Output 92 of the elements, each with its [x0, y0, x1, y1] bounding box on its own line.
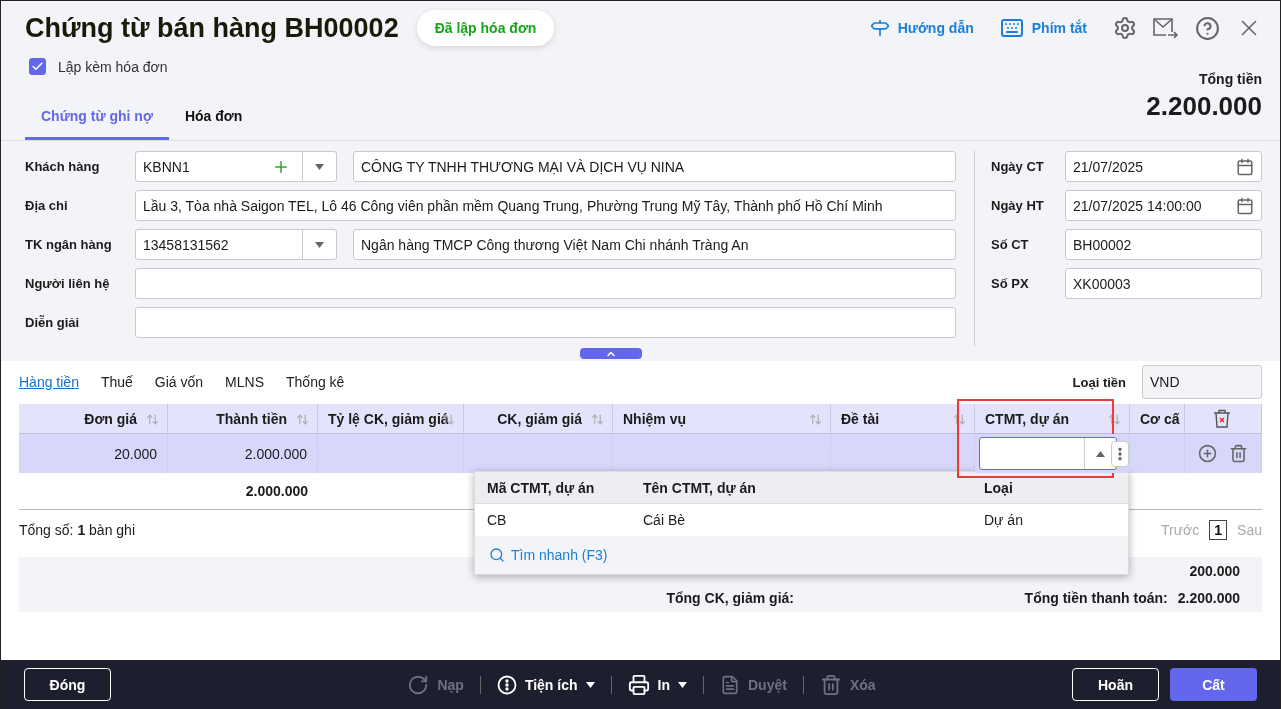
- field-label: Số CT: [991, 237, 1030, 252]
- date-field[interactable]: 21/07/2025: [1065, 151, 1262, 182]
- detail-tab[interactable]: MLNS: [225, 374, 264, 390]
- total-label: Tổng tiền: [1199, 71, 1262, 87]
- column-header[interactable]: Thành tiền: [168, 404, 318, 434]
- keyboard-icon: [999, 16, 1024, 40]
- document-icon: [720, 674, 740, 695]
- input-field[interactable]: XK00003: [1065, 268, 1262, 299]
- field-label: Số PX: [991, 276, 1030, 291]
- collapse-handle[interactable]: [580, 348, 642, 359]
- mail-send-icon[interactable]: [1153, 17, 1179, 39]
- table-cell: 2.000.000: [168, 434, 318, 473]
- column-header[interactable]: Cơ cấ: [1130, 404, 1185, 434]
- field-label: Ngày HT: [991, 198, 1045, 213]
- discount-label: Tổng CK, giảm giá:: [666, 590, 794, 607]
- input-field[interactable]: CÔNG TY TNHH THƯƠNG MẠI VÀ DỊCH VỤ NINA: [353, 151, 956, 182]
- page-number[interactable]: 1: [1209, 519, 1228, 540]
- tab[interactable]: Chứng từ ghi nợ: [25, 97, 169, 140]
- field-label: Diễn giải: [25, 315, 81, 330]
- column-header[interactable]: CTMT, dự án: [975, 404, 1130, 434]
- payment-value: 2.200.000: [1177, 590, 1240, 607]
- code-select[interactable]: 13458131562: [135, 229, 337, 260]
- dropdown-caret-icon: [585, 681, 595, 688]
- header-link[interactable]: Phím tắt: [999, 16, 1087, 40]
- status-badge: Đã lập hóa đơn: [416, 10, 555, 46]
- caret-icon: [315, 241, 324, 248]
- quick-search-link[interactable]: Tìm nhanh (F3): [475, 536, 1128, 574]
- delete-all-icon[interactable]: [1213, 409, 1231, 428]
- total-amount: 2.000.000: [168, 473, 318, 510]
- reload-icon: [407, 673, 430, 696]
- column-header[interactable]: CK, giảm giá: [464, 404, 613, 434]
- column-header[interactable]: Tỷ lệ CK, giảm giá: [318, 404, 464, 434]
- dropdown-column-header: Tên CTMT, dự án: [631, 472, 972, 504]
- link-label: Hướng dẫn: [897, 20, 974, 36]
- code-select[interactable]: KBNN1: [135, 151, 337, 182]
- input-field[interactable]: [135, 268, 956, 299]
- currency-label: Loại tiền: [1072, 374, 1126, 390]
- dropdown-cell[interactable]: Dự án: [972, 504, 1128, 536]
- field-label: Ngày CT: [991, 159, 1045, 174]
- input-field[interactable]: Lầu 3, Tòa nhà Saigon TEL, Lô 46 Công viên phần mềm Quang Trung, Phường Trung Mỹ Tây, Thành phố Hồ Chí Minh: [135, 190, 956, 221]
- calendar-icon[interactable]: [1236, 196, 1254, 215]
- close-button[interactable]: Đóng: [24, 668, 111, 701]
- save-button[interactable]: Cất: [1170, 668, 1257, 701]
- link-label: Phím tắt: [1031, 20, 1087, 36]
- project-select[interactable]: [979, 437, 1117, 470]
- tab[interactable]: Hóa đơn: [168, 97, 259, 140]
- printer-icon: [627, 673, 650, 696]
- detail-tab[interactable]: Thống kê: [286, 374, 345, 390]
- trash-icon: [819, 673, 842, 696]
- input-field[interactable]: Ngân hàng TMCP Công thương Việt Nam Chi nhánh Tràng An: [353, 229, 956, 260]
- column-header[interactable]: Nhiệm vụ: [613, 404, 831, 434]
- caret-icon: [1096, 450, 1105, 457]
- add-row-button[interactable]: [1198, 444, 1217, 463]
- tax-amount: 200.000: [1189, 562, 1240, 579]
- search-icon: [489, 547, 505, 563]
- dropdown-caret-icon: [678, 681, 687, 688]
- cancel-button[interactable]: Hoãn: [1072, 668, 1159, 701]
- field-label: Người liên hệ: [25, 276, 111, 291]
- total-value: 2.200.000: [1146, 91, 1262, 122]
- payment-label: Tổng tiền thanh toán:: [1024, 590, 1168, 607]
- column-header[interactable]: Đơn giá: [19, 404, 168, 434]
- checkbox-label: Lập kèm hóa đơn: [58, 58, 168, 75]
- date-field[interactable]: 21/07/2025 14:00:00: [1065, 190, 1262, 221]
- page-title: Chứng từ bán hàng BH00002: [25, 12, 399, 44]
- check-icon: [31, 60, 44, 73]
- help-button[interactable]: [1195, 15, 1220, 41]
- field-label: TK ngân hàng: [25, 237, 113, 252]
- dropdown-cell[interactable]: Cái Bè: [631, 504, 972, 536]
- table-cell: 20.000: [19, 434, 168, 473]
- toolbar-button[interactable]: In: [611, 673, 703, 696]
- more-button[interactable]: [1111, 440, 1129, 467]
- caret-icon: [315, 163, 324, 170]
- detail-tab[interactable]: Thuế: [100, 374, 133, 390]
- settings-button[interactable]: [1113, 16, 1137, 40]
- delete-row-button[interactable]: [1229, 444, 1248, 463]
- field-label: Khách hàng: [25, 159, 101, 174]
- field-label: Địa chỉ: [25, 198, 69, 213]
- calendar-icon[interactable]: [1236, 157, 1254, 176]
- checkbox[interactable]: [29, 58, 46, 75]
- more-circle-icon: [496, 674, 517, 695]
- dropdown-column-header: Mã CTMT, dự án: [475, 472, 631, 504]
- input-field[interactable]: [135, 307, 956, 338]
- header-link[interactable]: Hướng dẫn: [869, 18, 974, 38]
- column-header[interactable]: Đề tài: [831, 404, 975, 434]
- record-count: Tổng số: 1 bàn ghi: [19, 521, 135, 538]
- toolbar-button[interactable]: Tiện ích: [480, 674, 611, 695]
- detail-tab[interactable]: Hàng tiền: [19, 374, 79, 390]
- detail-tab[interactable]: Giá vốn: [154, 374, 204, 390]
- input-field[interactable]: BH00002: [1065, 229, 1262, 260]
- currency-field[interactable]: VND: [1142, 365, 1262, 399]
- signpost-icon: [869, 18, 890, 38]
- dropdown-cell[interactable]: CB: [475, 504, 631, 536]
